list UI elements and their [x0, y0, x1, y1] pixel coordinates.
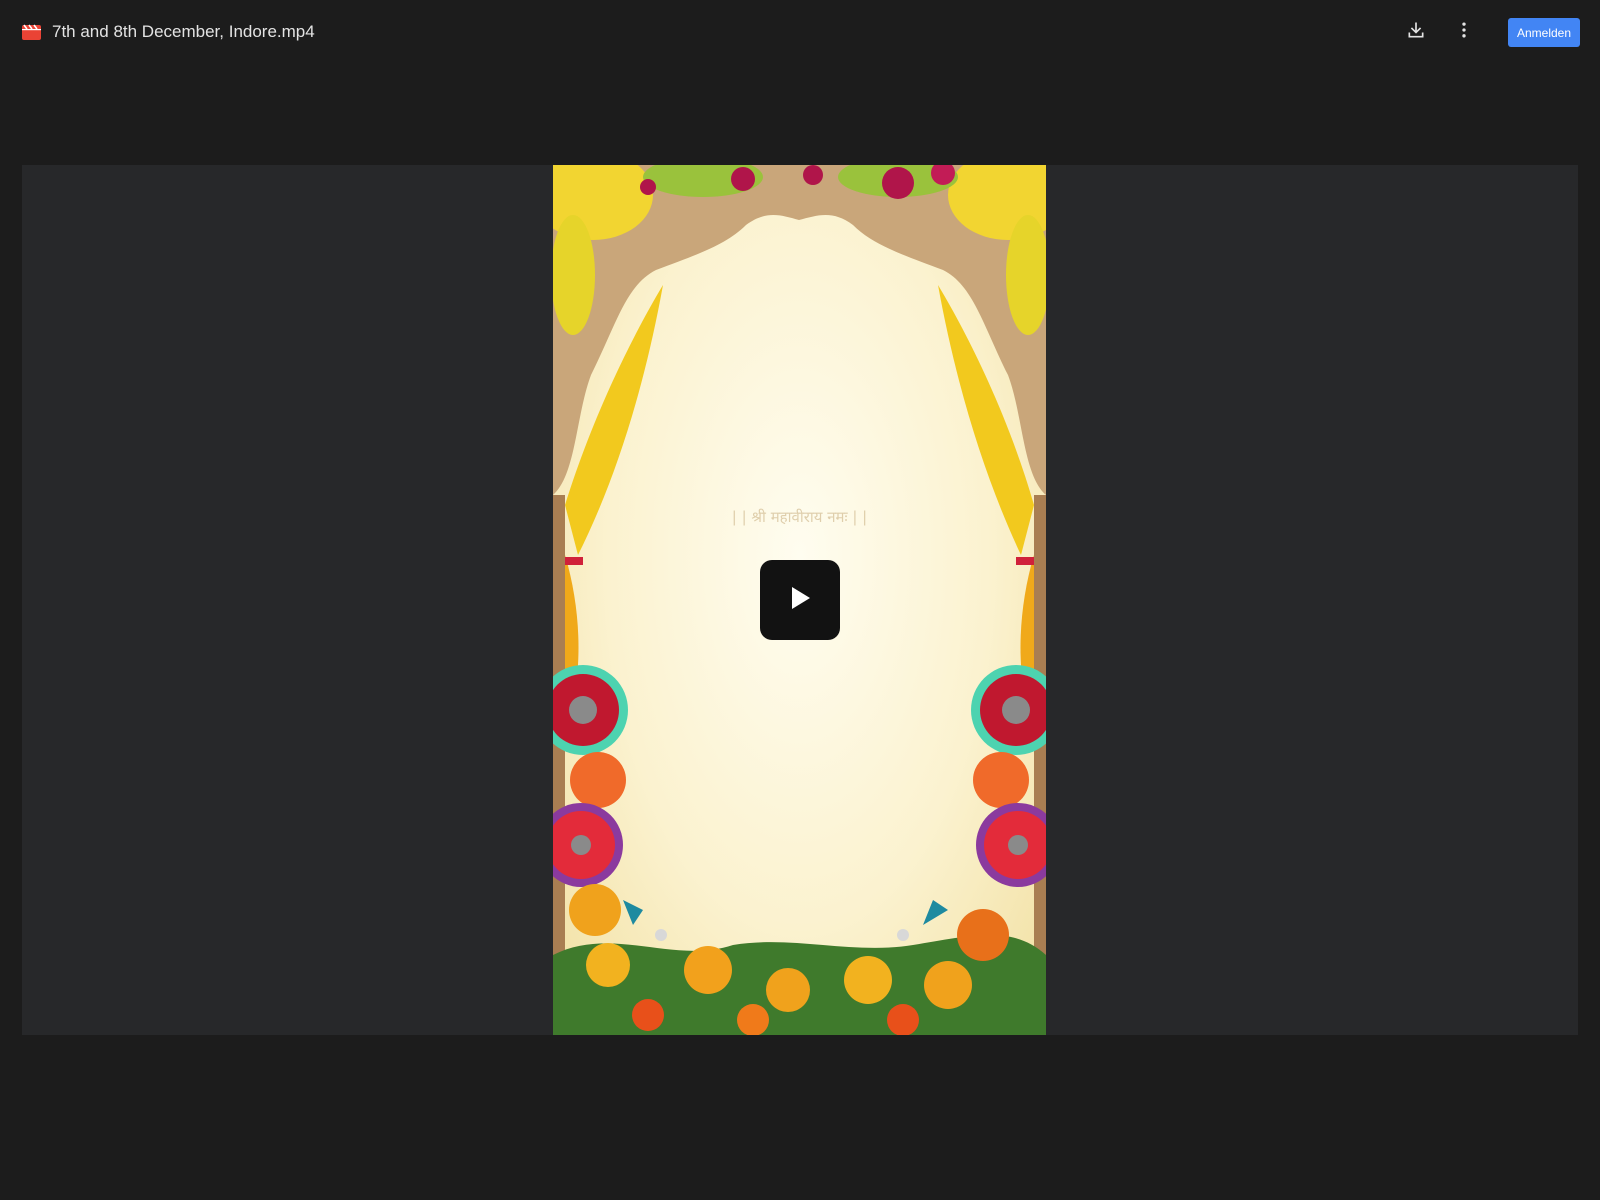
video-caption: | | श्री महावीराय नमः | |	[731, 508, 868, 526]
top-bar: 7th and 8th December, Indore.mp4 Anmelde…	[0, 0, 1600, 64]
play-icon	[788, 585, 812, 616]
sign-in-button[interactable]: Anmelden	[1508, 18, 1580, 47]
download-button[interactable]	[1400, 16, 1432, 48]
play-button[interactable]	[760, 560, 840, 640]
download-icon	[1406, 20, 1426, 45]
more-vertical-icon	[1454, 20, 1474, 45]
video-player[interactable]: | | श्री महावीराय नमः | |	[22, 165, 1578, 1035]
more-options-button[interactable]	[1448, 16, 1480, 48]
video-file-icon	[22, 24, 41, 40]
file-name: 7th and 8th December, Indore.mp4	[52, 22, 315, 41]
